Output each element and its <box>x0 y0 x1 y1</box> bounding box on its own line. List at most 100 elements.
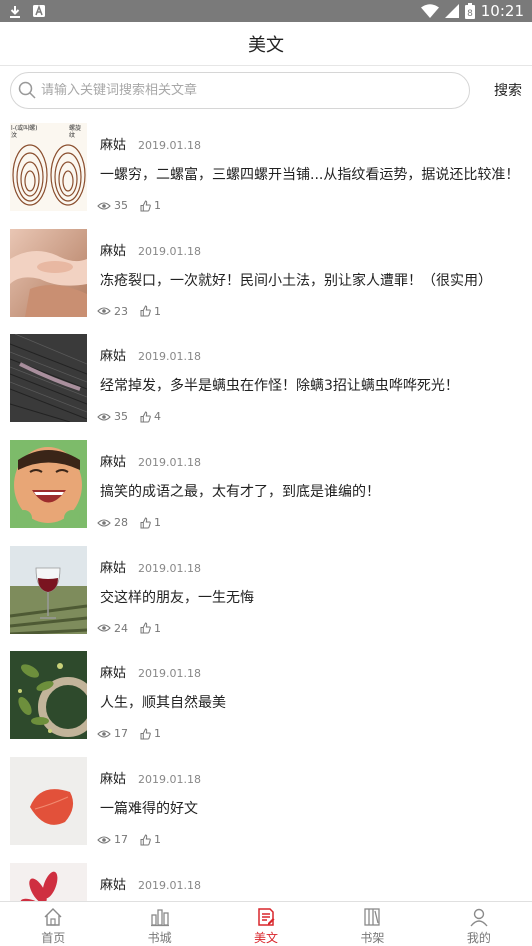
article-title[interactable]: 经常掉发，多半是螨虫在作怪！除螨3招让螨虫哗哗死光！ <box>100 375 459 395</box>
article-thumbnail[interactable] <box>10 651 87 740</box>
article-item[interactable]: 麻姑 2019.01.18 交这样的朋友，一生无悔 24 1 <box>0 541 532 647</box>
search-bar: 搜索 <box>0 68 532 112</box>
nav-item-bookshelf[interactable]: 书架 <box>319 902 425 946</box>
article-date: 2019.01.18 <box>138 139 201 152</box>
battery-icon: 8 <box>464 3 475 19</box>
thumb-caption-left-2: 汶 <box>11 131 17 139</box>
bottom-nav: 首页 书城 美文 书架 我的 <box>0 901 532 946</box>
like-icon[interactable] <box>140 411 151 423</box>
like-count: 1 <box>154 516 161 530</box>
article-item[interactable]: 麻姑 2019.01.18 经常掉发，多半是螨虫在作怪！除螨3招让螨虫哗哗死光！… <box>0 329 532 435</box>
nav-item-profile[interactable]: 我的 <box>426 902 532 946</box>
article-title[interactable]: 一篇难得的好文 <box>100 798 198 818</box>
like-icon[interactable] <box>140 517 151 529</box>
article-thumbnail[interactable]: l-(或叫螺) 汶 螺旋 纹 <box>10 123 87 211</box>
article-thumbnail[interactable] <box>10 228 87 317</box>
like-count: 1 <box>154 833 161 847</box>
article-author: 麻姑 <box>100 349 127 365</box>
article-date: 2019.01.18 <box>138 244 201 258</box>
home-icon <box>44 908 62 926</box>
nav-item-home[interactable]: 首页 <box>0 902 106 946</box>
article-meta: 麻姑 2019.01.18 <box>100 240 201 259</box>
nav-item-bookstore[interactable]: 书城 <box>106 902 212 946</box>
thumb-caption-right: 螺旋 <box>69 124 81 132</box>
article-title[interactable]: 搞笑的成语之最，太有才了，到底是谁编的！ <box>100 481 380 501</box>
article-date: 2019.01.18 <box>138 350 201 364</box>
view-count: 17 <box>114 727 128 741</box>
article-meta: 麻姑 2019.01.18 <box>100 768 201 787</box>
like-icon[interactable] <box>140 622 151 634</box>
article-date: 2019.01.18 <box>138 561 201 575</box>
views-icon <box>97 836 111 844</box>
battery-level: 8 <box>467 9 473 19</box>
like-icon[interactable] <box>140 834 151 846</box>
article-item[interactable]: 麻姑 2019.01.18 搞笑的成语之最，太有才了，到底是谁编的！ 28 1 <box>0 435 532 541</box>
article-stats: 17 1 <box>97 833 161 846</box>
view-count: 35 <box>114 199 128 212</box>
like-icon[interactable] <box>140 305 151 317</box>
like-icon[interactable] <box>140 728 151 740</box>
clock: 10:21 <box>480 2 524 20</box>
like-count: 1 <box>154 199 161 212</box>
article-icon <box>258 908 275 926</box>
article-author: 麻姑 <box>100 877 127 893</box>
view-count: 35 <box>114 410 128 424</box>
search-input[interactable] <box>41 82 469 98</box>
like-count: 1 <box>154 727 161 741</box>
like-icon[interactable] <box>140 199 151 212</box>
views-icon <box>97 307 111 315</box>
thumb-caption-left: l-(或叫螺) <box>11 124 38 132</box>
article-author: 麻姑 <box>100 243 127 259</box>
nav-label: 我的 <box>466 931 491 945</box>
search-box[interactable] <box>10 71 470 109</box>
status-bar: 8 10:21 <box>0 0 532 22</box>
thumb-caption-right-2: 纹 <box>69 131 75 139</box>
article-item[interactable]: l-(或叫螺) 汶 螺旋 纹 麻姑 2019.01.18 一螺穷，二螺富，三螺四… <box>0 118 532 224</box>
article-title[interactable]: 人生，顺其自然最美 <box>100 692 226 712</box>
article-thumbnail[interactable] <box>10 862 87 901</box>
nav-item-article[interactable]: 美文 <box>213 902 319 946</box>
nav-label: 书城 <box>147 931 172 945</box>
search-button[interactable]: 搜索 <box>470 80 522 100</box>
views-icon <box>97 624 111 632</box>
like-count: 4 <box>154 410 161 424</box>
article-meta: 麻姑 2019.01.18 <box>100 451 201 470</box>
article-title[interactable]: 冻疮裂口，一次就好！民间小土法，别让家人遭罪！（很实用） <box>100 270 492 290</box>
article-meta: 麻姑 2019.01.18 <box>100 874 201 893</box>
views-icon <box>97 730 111 738</box>
title-bar: 美文 <box>0 22 532 66</box>
nav-label: 美文 <box>254 931 279 945</box>
download-icon <box>8 4 22 18</box>
article-thumbnail[interactable] <box>10 440 87 529</box>
view-count: 24 <box>114 621 128 635</box>
article-list[interactable]: l-(或叫螺) 汶 螺旋 纹 麻姑 2019.01.18 一螺穷，二螺富，三螺四… <box>0 118 532 901</box>
article-date: 2019.01.18 <box>138 667 201 681</box>
article-item[interactable]: 麻姑 2019.01.18 冻疮裂口，一次就好！民间小土法，别让家人遭罪！（很实… <box>0 224 532 330</box>
like-count: 1 <box>154 304 161 318</box>
article-stats: 28 1 <box>97 516 161 529</box>
search-icon <box>18 81 36 99</box>
article-title[interactable]: 交这样的朋友，一生无悔 <box>100 587 254 607</box>
app-notification-icon <box>32 4 46 18</box>
article-thumbnail[interactable] <box>10 545 87 634</box>
article-meta: 麻姑 2019.01.18 <box>100 134 201 153</box>
article-stats: 35 4 <box>97 410 161 423</box>
article-author: 麻姑 <box>100 138 127 153</box>
article-thumbnail[interactable] <box>10 757 87 846</box>
article-item[interactable]: 麻姑 2019.01.18 人生，顺其自然最美 17 1 <box>0 646 532 752</box>
view-count: 28 <box>114 516 128 530</box>
bookstore-icon <box>150 909 169 927</box>
article-title[interactable]: 一螺穷，二螺富，三螺四螺开当铺...从指纹看运势，据说还比较准！ <box>100 164 519 184</box>
views-icon <box>97 519 111 527</box>
article-stats: 17 1 <box>97 727 161 740</box>
article-meta: 麻姑 2019.01.18 <box>100 662 201 681</box>
article-author: 麻姑 <box>100 772 127 788</box>
article-thumbnail[interactable] <box>10 334 87 423</box>
views-icon <box>97 201 111 210</box>
bookshelf-icon <box>364 908 381 926</box>
article-item[interactable]: 麻姑 2019.01.18 <box>0 858 532 901</box>
article-date: 2019.01.18 <box>138 456 201 470</box>
article-stats: 24 1 <box>97 622 161 635</box>
article-item[interactable]: 麻姑 2019.01.18 一篇难得的好文 17 1 <box>0 752 532 858</box>
view-count: 17 <box>114 833 128 847</box>
